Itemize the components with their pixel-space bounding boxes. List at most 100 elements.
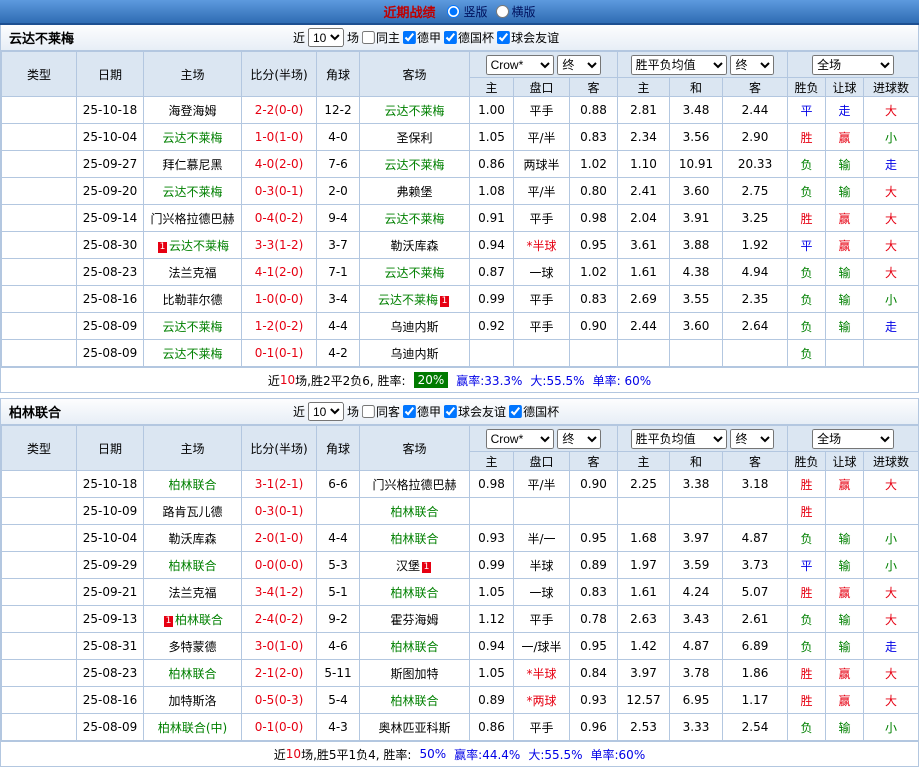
vertical-radio-input[interactable] bbox=[447, 5, 461, 18]
final-odds-select[interactable]: 终 bbox=[557, 428, 602, 449]
team-link[interactable]: 云达不莱梅 bbox=[162, 320, 222, 334]
league-checkbox-bundesliga[interactable]: 德甲 bbox=[403, 403, 441, 420]
team-link[interactable]: 圣保利 bbox=[396, 131, 432, 145]
match-row: 德甲 25-10-04 云达不莱梅 1-0(1-0) 4-0 圣保利 1.05 平/半 0.83… bbox=[1, 123, 919, 151]
team-link[interactable]: 汉堡 bbox=[396, 559, 420, 573]
final-odds-select[interactable]: 终 bbox=[730, 428, 775, 449]
team-link[interactable]: 门兴格拉德巴赫 bbox=[372, 478, 456, 492]
handicap-home-odds bbox=[469, 339, 514, 367]
league-checkbox-input[interactable] bbox=[403, 405, 417, 418]
team-link[interactable]: 柏林联合(中) bbox=[158, 721, 227, 735]
team-link[interactable]: 海登海姆 bbox=[168, 104, 216, 118]
team-link[interactable]: 云达不莱梅 bbox=[162, 347, 222, 361]
team-link[interactable]: 云达不莱梅 bbox=[162, 185, 222, 199]
team-link[interactable]: 柏林联合 bbox=[390, 532, 438, 546]
league-checkbox-dfb-pokal[interactable]: 德国杯 bbox=[509, 403, 559, 420]
team-link[interactable]: 云达不莱梅 bbox=[384, 104, 444, 118]
odds-away: 4.87 bbox=[722, 524, 789, 552]
team-link[interactable]: 拜仁慕尼黑 bbox=[162, 158, 222, 172]
team-link[interactable]: 霍芬海姆 bbox=[390, 613, 438, 627]
vertical-radio-label: 竖版 bbox=[463, 5, 488, 19]
handicap-home-odds: 0.99 bbox=[469, 285, 514, 313]
handicap-away-odds: 0.88 bbox=[568, 96, 619, 124]
summary-stat: 单率: 60% bbox=[592, 373, 652, 388]
team-link[interactable]: 弗赖堡 bbox=[396, 185, 432, 199]
team-link[interactable]: 云达不莱梅 bbox=[384, 266, 444, 280]
horizontal-radio-input[interactable] bbox=[495, 5, 509, 18]
team-link[interactable]: 勒沃库森 bbox=[168, 532, 216, 546]
same-venue-checkbox[interactable]: 同客 bbox=[362, 403, 400, 420]
team-link[interactable]: 云达不莱梅 bbox=[384, 158, 444, 172]
competition-type: 德甲 bbox=[1, 204, 77, 232]
team-link[interactable]: 云达不莱梅 bbox=[162, 131, 222, 145]
team-link[interactable]: 门兴格拉德巴赫 bbox=[150, 212, 234, 226]
horizontal-layout-radio[interactable]: 横版 bbox=[495, 3, 536, 20]
handicap-away-odds: 0.84 bbox=[568, 659, 619, 687]
fulltime-select[interactable]: 全场 bbox=[812, 428, 895, 449]
team-link[interactable]: 路肯瓦儿德 bbox=[162, 505, 222, 519]
team-link[interactable]: 法兰克福 bbox=[168, 586, 216, 600]
match-row: 德甲 25-09-14 门兴格拉德巴赫 0-4(0-2) 9-4 云达不莱梅 0.91 平手 0… bbox=[1, 204, 919, 232]
team-link[interactable]: 勒沃库森 bbox=[390, 239, 438, 253]
team-link[interactable]: 云达不莱梅 bbox=[384, 212, 444, 226]
col-date: 日期 bbox=[76, 425, 144, 471]
team-link[interactable]: 比勒菲尔德 bbox=[162, 293, 222, 307]
league-checkbox-friendly[interactable]: 球会友谊 bbox=[497, 29, 559, 46]
summary-stat: 单率:60% bbox=[590, 747, 646, 762]
team-link[interactable]: 乌迪内斯 bbox=[390, 320, 438, 334]
same-venue-checkbox[interactable]: 同主 bbox=[362, 29, 400, 46]
sub-col-result-handicap: 让球 bbox=[825, 77, 865, 97]
same-venue-checkbox-input[interactable] bbox=[362, 405, 376, 418]
team-link[interactable]: 柏林联合 bbox=[390, 505, 438, 519]
league-checkbox-bundesliga[interactable]: 德甲 bbox=[403, 29, 441, 46]
handicap-home-odds bbox=[469, 497, 514, 525]
team-link[interactable]: 多特蒙德 bbox=[168, 640, 216, 654]
team-link[interactable]: 柏林联合 bbox=[168, 667, 216, 681]
league-checkbox-input[interactable] bbox=[509, 405, 523, 418]
league-checkbox-input[interactable] bbox=[444, 405, 458, 418]
team-link[interactable]: 斯图加特 bbox=[390, 667, 438, 681]
match-date: 25-08-23 bbox=[76, 258, 144, 286]
team-link[interactable]: 乌迪内斯 bbox=[390, 347, 438, 361]
bookmaker-select[interactable]: Crow* bbox=[485, 54, 554, 75]
team-link[interactable]: 柏林联合 bbox=[390, 586, 438, 600]
result-handicap: 输 bbox=[825, 605, 865, 633]
recent-games-select[interactable]: 10 bbox=[308, 402, 345, 421]
fulltime-select[interactable]: 全场 bbox=[812, 54, 895, 75]
team-link[interactable]: 柏林联合 bbox=[175, 613, 223, 627]
bookmaker-select[interactable]: Crow* bbox=[485, 428, 554, 449]
team-link[interactable]: 柏林联合 bbox=[168, 559, 216, 573]
win-rate-value: 50% bbox=[419, 747, 447, 761]
competition-type: 德甲 bbox=[1, 524, 77, 552]
odds-away: 3.73 bbox=[722, 551, 789, 579]
handicap-away-odds bbox=[568, 497, 619, 525]
league-checkbox-input[interactable] bbox=[497, 31, 511, 44]
league-checkbox-dfb-pokal[interactable]: 德国杯 bbox=[444, 29, 494, 46]
result-wdl: 负 bbox=[787, 150, 827, 178]
same-venue-checkbox-input[interactable] bbox=[362, 31, 376, 44]
odds-draw: 3.55 bbox=[669, 285, 724, 313]
team-link[interactable]: 加特斯洛 bbox=[168, 694, 216, 708]
result-handicap: 赢 bbox=[825, 659, 865, 687]
final-odds-select[interactable]: 终 bbox=[730, 54, 775, 75]
team-link[interactable]: 云达不莱梅 bbox=[378, 293, 438, 307]
final-odds-select[interactable]: 终 bbox=[557, 54, 602, 75]
team-link[interactable]: 柏林联合 bbox=[390, 694, 438, 708]
odds-average-select[interactable]: 胜平负均值 bbox=[630, 428, 727, 449]
team-link[interactable]: 奥林匹亚科斯 bbox=[378, 721, 450, 735]
team-link[interactable]: 柏林联合 bbox=[168, 478, 216, 492]
result-goals bbox=[863, 497, 919, 525]
team-link[interactable]: 柏林联合 bbox=[390, 640, 438, 654]
team-link[interactable]: 云达不莱梅 bbox=[169, 239, 229, 253]
handicap-line: 平/半 bbox=[513, 470, 570, 498]
recent-games-select[interactable]: 10 bbox=[308, 28, 345, 47]
team-link[interactable]: 法兰克福 bbox=[168, 266, 216, 280]
odds-average-select[interactable]: 胜平负均值 bbox=[630, 54, 727, 75]
corners: 3-4 bbox=[316, 285, 360, 313]
league-checkbox-input[interactable] bbox=[403, 31, 417, 44]
vertical-layout-radio[interactable]: 竖版 bbox=[447, 3, 488, 20]
league-checkbox-input[interactable] bbox=[444, 31, 458, 44]
handicap-away-odds: 0.93 bbox=[568, 686, 619, 714]
result-handicap bbox=[825, 339, 865, 367]
league-checkbox-friendly[interactable]: 球会友谊 bbox=[444, 403, 506, 420]
